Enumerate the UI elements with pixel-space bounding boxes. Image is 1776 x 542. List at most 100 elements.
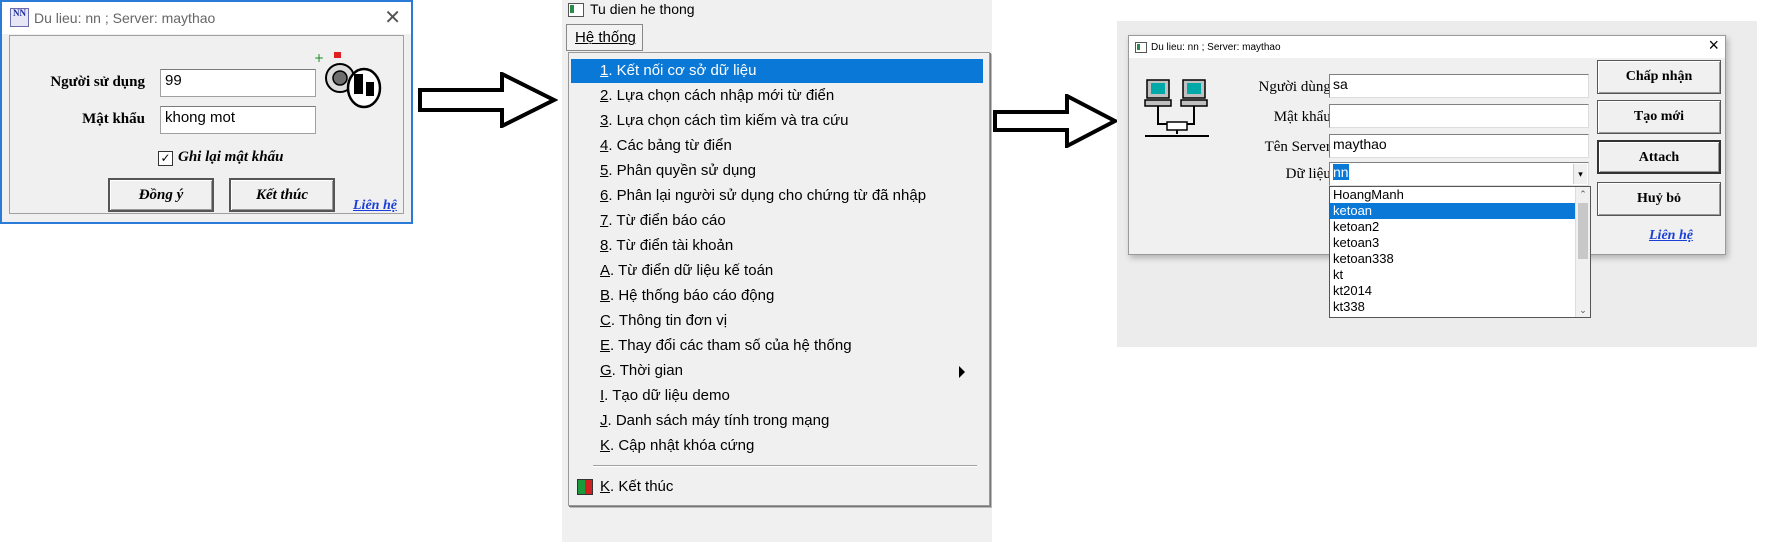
login-title: Du lieu: nn ; Server: maythao	[34, 10, 216, 26]
menu-he-thong-label: Hệ thống	[575, 29, 636, 46]
data-option[interactable]: ketoan	[1330, 203, 1590, 219]
connect-title: Du lieu: nn ; Server: maythao	[1151, 42, 1281, 53]
arrow-right-icon	[418, 72, 558, 128]
network-computers-icon	[1144, 79, 1209, 137]
menu-item[interactable]: J. Danh sách máy tính trong mạng	[571, 409, 983, 433]
menu-item-label: . Phân lại người sử dụng cho chứng từ đã…	[608, 187, 927, 204]
menu-item[interactable]: K. Kết thúc	[571, 475, 983, 499]
chevron-down-icon[interactable]: ▾	[1573, 164, 1587, 184]
menu-item[interactable]: 3. Lựa chọn cách tìm kiếm và tra cứu	[571, 109, 983, 133]
menu-item-key: K	[600, 478, 611, 495]
login-dialog: NN Du lieu: nn ; Server: maythao ✕ Người…	[0, 0, 413, 224]
data-option[interactable]: kt338	[1330, 299, 1590, 315]
data-options-list[interactable]: HoangManh ketoan ketoan2 ketoan3 ketoan338 kt…	[1329, 186, 1591, 318]
menu-item[interactable]: 5. Phân quyền sử dụng	[571, 159, 983, 183]
menu-item-label: . Hệ thống báo cáo động	[610, 287, 775, 304]
menu-item-label: . Các bảng từ điển	[608, 137, 732, 154]
menu-item[interactable]: A. Từ điển dữ liệu kế toán	[571, 259, 983, 283]
menu-item-label: . Cập nhật khóa cứng	[610, 437, 755, 454]
exit-icon	[577, 479, 593, 495]
password-label: Mật khẩu:	[1273, 109, 1335, 125]
cancel-button[interactable]: Huỷ bỏ	[1597, 182, 1721, 216]
new-button[interactable]: Tạo mới	[1597, 100, 1721, 134]
menu-item[interactable]: 6. Phân lại người sử dụng cho chứng từ đ…	[571, 184, 983, 208]
remember-label: Ghi lại mật khẩu	[178, 149, 284, 165]
data-select[interactable]: nn ▾	[1329, 162, 1589, 186]
password-field[interactable]	[1329, 104, 1589, 128]
menu-item[interactable]: 8. Từ điển tài khoản	[571, 234, 983, 258]
keys-icon: +	[314, 51, 382, 109]
menu-item-key: B	[600, 287, 611, 304]
menu-item-label: . Kết nối cơ sở dữ liệu	[608, 62, 757, 79]
login-titlebar[interactable]: NN Du lieu: nn ; Server: maythao ✕	[2, 2, 411, 34]
menu-item-label: . Từ điển tài khoản	[608, 237, 734, 254]
password-field[interactable]: khong mot	[160, 106, 316, 134]
menu-item-label: . Danh sách máy tính trong mạng	[607, 412, 830, 429]
server-label: Tên Server:	[1264, 139, 1335, 155]
data-option[interactable]: kt2014	[1330, 283, 1590, 299]
menu-item-label: . Thay đổi các tham số của hệ thống	[610, 337, 852, 354]
menu-item[interactable]: B. Hệ thống báo cáo động	[571, 284, 983, 308]
menu-item-key: A	[600, 262, 611, 279]
close-icon[interactable]: ×	[1708, 35, 1719, 56]
menu-item-label: . Lựa chọn cách tìm kiếm và tra cứu	[608, 112, 849, 129]
contact-link[interactable]: Liên hệ	[353, 198, 397, 214]
menu-item[interactable]: 4. Các bảng từ điển	[571, 134, 983, 158]
menu-window-title: Tu dien he thong	[590, 1, 695, 17]
password-label: Mật khẩu	[82, 111, 145, 127]
scroll-down-icon[interactable]: ⌄	[1576, 303, 1590, 317]
scrollbar[interactable]: ⌃ ⌄	[1575, 187, 1590, 317]
window-icon	[1135, 42, 1147, 53]
menu-item-key: G	[600, 362, 612, 379]
close-icon[interactable]: ✕	[384, 5, 401, 30]
menu-item[interactable]: 2. Lựa chọn cách nhập mới từ điển	[571, 84, 983, 108]
svg-text:+: +	[314, 51, 324, 65]
data-option[interactable]: kt	[1330, 267, 1590, 283]
menu-item[interactable]: K. Cập nhật khóa cứng	[571, 434, 983, 458]
menu-item-label: . Kết thúc	[610, 478, 674, 495]
menu-item-label: . Từ điển báo cáo	[608, 212, 726, 229]
menu-separator	[593, 465, 977, 467]
menu-item-label: . Từ điển dữ liệu kế toán	[610, 262, 774, 279]
data-option[interactable]: ketoan338	[1330, 251, 1590, 267]
menu-item-key: K	[600, 437, 611, 454]
menu-window: Tu dien he thong Hệ thống 1. Kết nối cơ …	[562, 0, 992, 542]
user-label: Người sử dụng	[50, 74, 145, 90]
menu-he-thong[interactable]: Hệ thống	[566, 24, 643, 51]
exit-button[interactable]: Kết thúc	[229, 178, 335, 212]
menu-item[interactable]: E. Thay đổi các tham số của hệ thống	[571, 334, 983, 358]
menu-item[interactable]: G. Thời gian	[571, 359, 983, 383]
menu-item-label: . Thời gian	[611, 362, 683, 379]
contact-link[interactable]: Liên hệ	[1649, 228, 1693, 244]
dropdown-menu: 1. Kết nối cơ sở dữ liệu 2. Lựa chọn cách…	[568, 52, 990, 506]
user-field[interactable]: 99	[160, 69, 316, 97]
menu-item-label: . Phân quyền sử dụng	[608, 162, 756, 179]
data-option[interactable]: ketoan2	[1330, 219, 1590, 235]
server-field[interactable]: maythao	[1329, 134, 1589, 158]
menu-item[interactable]: C. Thông tin đơn vị	[571, 309, 983, 333]
scrollbar-thumb[interactable]	[1578, 203, 1588, 259]
user-label: Người dùng:	[1258, 79, 1335, 95]
menu-item-label: . Thông tin đơn vị	[610, 312, 728, 329]
data-option[interactable]: ketoan3	[1330, 235, 1590, 251]
app-icon: NN	[10, 8, 29, 27]
ok-button[interactable]: Đồng ý	[108, 178, 214, 212]
menu-item-key: C	[600, 312, 611, 329]
menu-item[interactable]: 1. Kết nối cơ sở dữ liệu	[571, 59, 983, 83]
user-field[interactable]: sa	[1329, 74, 1589, 98]
submenu-arrow-icon	[959, 366, 965, 378]
menu-item-key: E	[600, 337, 611, 354]
accept-button[interactable]: Chấp nhận	[1597, 60, 1721, 94]
menu-item-label: . Lựa chọn cách nhập mới từ điển	[608, 87, 835, 104]
connect-titlebar[interactable]: Du lieu: nn ; Server: maythao ×	[1129, 35, 1725, 58]
data-option[interactable]: HoangManh	[1330, 187, 1590, 203]
attach-button[interactable]: Attach	[1597, 140, 1721, 174]
menu-item[interactable]: 7. Từ điển báo cáo	[571, 209, 983, 233]
data-label: Dữ liệu:	[1285, 166, 1335, 182]
login-body: Người sử dụng 99 Mật khẩu khong mot + ✓ …	[9, 35, 404, 214]
menu-item[interactable]: I. Tạo dữ liệu demo	[571, 384, 983, 408]
remember-checkbox[interactable]: ✓	[158, 151, 173, 166]
connect-dialog: Du lieu: nn ; Server: maythao × Người dù…	[1128, 35, 1726, 318]
scroll-up-icon[interactable]: ⌃	[1576, 187, 1590, 201]
menu-item-key: J	[600, 412, 608, 429]
